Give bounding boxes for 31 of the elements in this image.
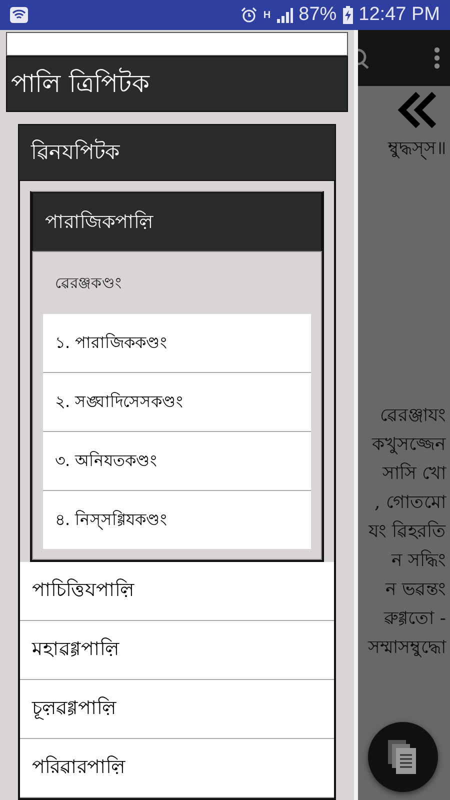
text-line: ৱেরঞ্জাযং	[380, 404, 446, 428]
alarm-icon	[241, 7, 258, 23]
text-line: সম্মাসম্বুদ্ধো	[368, 636, 446, 660]
search-icon[interactable]	[358, 47, 370, 69]
tree-item[interactable]: চূল়ৱগ্গপাল়ি	[20, 680, 334, 739]
tree-item[interactable]: পরিৱারপাল়ি	[20, 739, 334, 798]
text-line: ম্বুদ্ধস্স॥	[388, 137, 446, 162]
network-type: H	[263, 10, 271, 20]
drawer-title: পালি ত্রিপিটক	[6, 56, 348, 112]
section-heading: ৱেরঞ্জকণ্ডং	[54, 273, 122, 294]
text-line: কখুসজ্জেন	[372, 433, 446, 457]
clock: 12:47 PM	[358, 4, 440, 26]
text-line: ৱুগ্গতো -	[384, 607, 446, 631]
double-chevron-icon[interactable]	[398, 92, 438, 128]
tree-item[interactable]: পাচিত্তিযপাল়ি	[20, 562, 334, 621]
pages-icon	[388, 740, 418, 774]
tree-header[interactable]: ৱিনযপিটক	[18, 124, 336, 181]
floating-action-button[interactable]	[368, 722, 438, 792]
text-line: , গোতমো	[374, 491, 446, 515]
search-field[interactable]	[6, 32, 348, 56]
wifi-icon	[10, 7, 28, 23]
battery-icon	[342, 6, 353, 24]
signal-icon	[276, 7, 293, 23]
battery-percent: 87%	[298, 4, 337, 26]
text-line: যং ৱিহরতি	[368, 520, 446, 544]
tree-item[interactable]: মহাৱগ্গপাল়ি	[20, 621, 334, 680]
more-icon[interactable]	[434, 47, 440, 69]
tree-header[interactable]: পারাজিকপাল়ি	[32, 192, 322, 251]
text-line: সাসি খো	[382, 462, 446, 486]
text-line: ন ভৱন্তং	[385, 578, 446, 602]
text-line: ন সদ্ধিং	[391, 548, 446, 573]
